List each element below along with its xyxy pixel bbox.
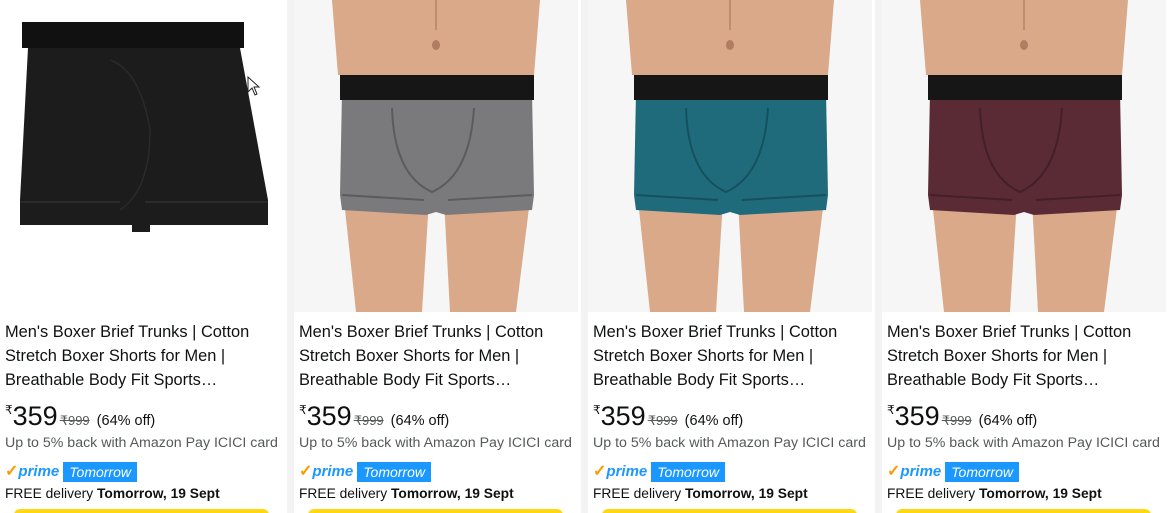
cashback-offer: Up to 5% back with Amazon Pay ICICI card: [5, 435, 278, 451]
product-card[interactable]: Men's Boxer Brief Trunks | Cotton Stretc…: [882, 0, 1166, 513]
right-leg: [738, 200, 824, 312]
prime-logo: ✓ prime: [5, 463, 60, 480]
right-leg: [444, 200, 530, 312]
discount-percent: (64% off): [978, 413, 1038, 429]
prime-badge-row: ✓ prime Tomorrow: [5, 461, 137, 483]
mouse-cursor-icon: [247, 76, 261, 96]
right-leg: [1032, 200, 1118, 312]
add-to-cart-button[interactable]: [14, 509, 269, 513]
mrp-strikethrough: ₹999: [353, 413, 384, 428]
left-leg: [638, 200, 723, 312]
currency-symbol: ₹: [299, 403, 307, 417]
navel: [726, 40, 734, 50]
discount-percent: (64% off): [96, 413, 156, 429]
mrp-strikethrough: ₹999: [647, 413, 678, 428]
trunk-body: [20, 22, 268, 232]
delivery-date: Tomorrow, 19 Sept: [979, 486, 1102, 501]
checkmark-icon: ✓: [5, 463, 19, 480]
checkmark-icon: ✓: [887, 463, 901, 480]
waistband: [22, 22, 244, 48]
waistband: [340, 75, 534, 100]
left-leg: [932, 200, 1017, 312]
product-image-svg: [294, 0, 578, 312]
discount-percent: (64% off): [390, 413, 450, 429]
product-image-svg: [882, 0, 1166, 312]
prime-badge-row: ✓ prime Tomorrow: [887, 461, 1019, 483]
cashback-offer: Up to 5% back with Amazon Pay ICICI card: [593, 435, 866, 451]
product-image-svg: [0, 0, 284, 312]
waistband: [928, 75, 1122, 100]
product-image[interactable]: [588, 0, 872, 312]
product-title[interactable]: Men's Boxer Brief Trunks | Cotton Stretc…: [5, 320, 281, 392]
add-to-cart-button[interactable]: [602, 509, 857, 513]
product-card[interactable]: Men's Boxer Brief Trunks | Cotton Stretc…: [0, 0, 284, 513]
price-row: ₹359 ₹999 (64% off): [887, 400, 1037, 432]
cashback-offer: Up to 5% back with Amazon Pay ICICI card: [299, 435, 572, 451]
mrp-strikethrough: ₹999: [59, 413, 90, 428]
price: 359: [894, 401, 940, 431]
delivery-date: Tomorrow, 19 Sept: [97, 486, 220, 501]
prime-delivery-badge: Tomorrow: [651, 462, 725, 482]
product-image[interactable]: [294, 0, 578, 312]
prime-badge-row: ✓ prime Tomorrow: [593, 461, 725, 483]
checkmark-icon: ✓: [299, 463, 313, 480]
delivery-date: Tomorrow, 19 Sept: [391, 486, 514, 501]
checkmark-icon: ✓: [593, 463, 607, 480]
price-row: ₹359 ₹999 (64% off): [593, 400, 743, 432]
prime-logo: ✓ prime: [593, 463, 648, 480]
product-grid: Men's Boxer Brief Trunks | Cotton Stretc…: [0, 0, 1169, 513]
navel: [1020, 40, 1028, 50]
product-title[interactable]: Men's Boxer Brief Trunks | Cotton Stretc…: [593, 320, 869, 392]
prime-logo: ✓ prime: [299, 463, 354, 480]
waistband: [634, 75, 828, 100]
delivery-date: Tomorrow, 19 Sept: [685, 486, 808, 501]
prime-badge-row: ✓ prime Tomorrow: [299, 461, 431, 483]
prime-delivery-badge: Tomorrow: [63, 462, 137, 482]
navel: [432, 40, 440, 50]
discount-percent: (64% off): [684, 413, 744, 429]
product-image[interactable]: [0, 0, 284, 312]
prime-delivery-badge: Tomorrow: [357, 462, 431, 482]
prime-delivery-badge: Tomorrow: [945, 462, 1019, 482]
cashback-offer: Up to 5% back with Amazon Pay ICICI card: [887, 435, 1160, 451]
product-image-svg: [588, 0, 872, 312]
add-to-cart-button[interactable]: [896, 509, 1151, 513]
currency-symbol: ₹: [887, 403, 895, 417]
delivery-info: FREE delivery Tomorrow, 19 Sept: [5, 486, 220, 501]
price: 359: [306, 401, 352, 431]
currency-symbol: ₹: [5, 403, 13, 417]
delivery-info: FREE delivery Tomorrow, 19 Sept: [887, 486, 1102, 501]
mrp-strikethrough: ₹999: [941, 413, 972, 428]
price-row: ₹359 ₹999 (64% off): [299, 400, 449, 432]
product-title[interactable]: Men's Boxer Brief Trunks | Cotton Stretc…: [887, 320, 1163, 392]
delivery-info: FREE delivery Tomorrow, 19 Sept: [299, 486, 514, 501]
price: 359: [600, 401, 646, 431]
product-card[interactable]: Men's Boxer Brief Trunks | Cotton Stretc…: [588, 0, 872, 513]
delivery-info: FREE delivery Tomorrow, 19 Sept: [593, 486, 808, 501]
price-row: ₹359 ₹999 (64% off): [5, 400, 155, 432]
add-to-cart-button[interactable]: [308, 509, 563, 513]
currency-symbol: ₹: [593, 403, 601, 417]
prime-logo: ✓ prime: [887, 463, 942, 480]
product-image[interactable]: [882, 0, 1166, 312]
product-title[interactable]: Men's Boxer Brief Trunks | Cotton Stretc…: [299, 320, 575, 392]
left-leg: [344, 200, 429, 312]
product-card[interactable]: Men's Boxer Brief Trunks | Cotton Stretc…: [294, 0, 578, 513]
price: 359: [12, 401, 58, 431]
